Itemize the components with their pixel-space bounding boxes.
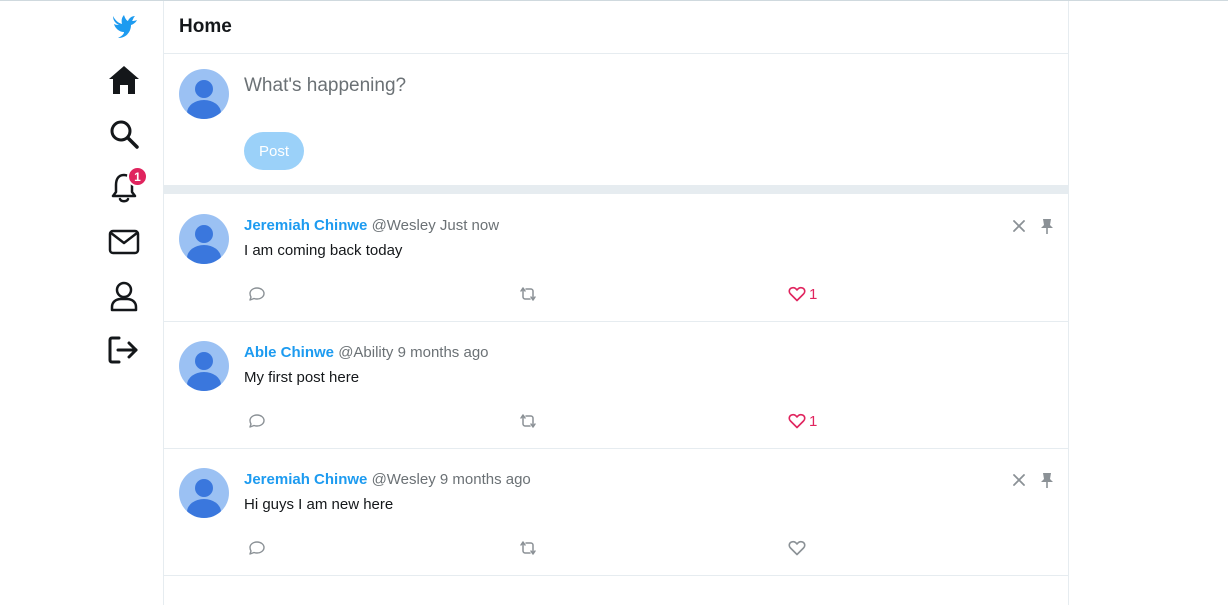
tweet-text: Hi guys I am new here xyxy=(244,496,394,513)
like-button[interactable]: 1 xyxy=(788,410,817,432)
section-divider xyxy=(164,185,1068,194)
sidebar-item-search[interactable] xyxy=(96,112,152,156)
retweet-button[interactable] xyxy=(518,410,538,432)
tweet-meta: Able Chinwe @Ability 9 months ago xyxy=(244,344,489,361)
close-icon xyxy=(1013,220,1025,232)
retweet-icon xyxy=(520,287,536,301)
heart-icon xyxy=(788,540,806,556)
home-icon xyxy=(109,66,139,94)
tweet-timestamp: 9 months ago xyxy=(397,344,489,361)
close-icon xyxy=(1013,474,1025,486)
tweet-text: I am coming back today xyxy=(244,242,403,259)
tweet-composer xyxy=(164,54,1068,185)
sidebar-item-home[interactable] xyxy=(96,58,152,102)
sidebar-item-logout[interactable] xyxy=(96,328,152,372)
author-handle: @Wesley xyxy=(371,471,436,488)
author-handle: @Ability xyxy=(338,344,394,361)
like-button[interactable] xyxy=(788,537,809,559)
author-name[interactable]: Jeremiah Chinwe xyxy=(244,471,367,488)
compose-input[interactable] xyxy=(244,72,944,100)
avatar[interactable] xyxy=(179,341,229,391)
composer-avatar xyxy=(179,69,229,119)
tweet-text: My first post here xyxy=(244,369,360,386)
user-icon xyxy=(110,281,138,312)
retweet-icon xyxy=(520,414,536,428)
sidebar-item-notifications[interactable]: 1 xyxy=(96,166,152,210)
pin-button[interactable] xyxy=(1038,217,1056,235)
sidebar-item-profile[interactable] xyxy=(96,274,152,318)
heart-icon xyxy=(788,286,806,302)
like-count: 1 xyxy=(809,412,818,430)
retweet-button[interactable] xyxy=(518,537,538,559)
tweet-meta: Jeremiah Chinwe @Wesley 9 months ago xyxy=(244,471,531,488)
tweet-feed: Jeremiah Chinwe @Wesley Just now I am co… xyxy=(164,195,1068,576)
logout-icon xyxy=(108,336,138,364)
search-icon xyxy=(110,120,139,149)
reply-button[interactable] xyxy=(248,410,266,432)
pin-button[interactable] xyxy=(1038,471,1056,489)
pin-icon xyxy=(1041,218,1053,234)
post-button[interactable]: Post xyxy=(244,132,304,170)
comment-icon xyxy=(249,541,265,555)
notification-badge: 1 xyxy=(127,166,148,187)
tweet-tools xyxy=(1010,217,1056,235)
tweet-timestamp: Just now xyxy=(439,217,500,234)
comment-icon xyxy=(249,287,265,301)
retweet-icon xyxy=(520,541,536,555)
delete-button[interactable] xyxy=(1010,217,1028,235)
sidebar-nav: 1 xyxy=(96,0,152,605)
retweet-button[interactable] xyxy=(518,283,538,305)
logo-bird-icon[interactable] xyxy=(96,4,152,48)
author-name[interactable]: Jeremiah Chinwe xyxy=(244,217,367,234)
tweet-meta: Jeremiah Chinwe @Wesley Just now xyxy=(244,217,499,234)
reply-button[interactable] xyxy=(248,537,266,559)
comment-icon xyxy=(249,414,265,428)
tweet-tools xyxy=(1010,471,1056,489)
mail-icon xyxy=(108,229,140,255)
like-button[interactable]: 1 xyxy=(788,283,817,305)
tweet-item[interactable]: Able Chinwe @Ability 9 months ago My fir… xyxy=(164,322,1068,449)
like-count: 1 xyxy=(809,285,818,303)
author-handle: @Wesley xyxy=(371,217,436,234)
page-header: Home xyxy=(164,1,1068,54)
pin-icon xyxy=(1041,472,1053,488)
avatar[interactable] xyxy=(179,468,229,518)
tweet-item[interactable]: Jeremiah Chinwe @Wesley 9 months ago Hi … xyxy=(164,449,1068,576)
reply-button[interactable] xyxy=(248,283,266,305)
tweet-item[interactable]: Jeremiah Chinwe @Wesley Just now I am co… xyxy=(164,195,1068,322)
delete-button[interactable] xyxy=(1010,471,1028,489)
tweet-timestamp: 9 months ago xyxy=(439,471,531,488)
main-column: Home Post Jeremiah Chinwe @Wesley Just n… xyxy=(163,1,1069,605)
heart-icon xyxy=(788,413,806,429)
page-title: Home xyxy=(179,16,232,37)
avatar[interactable] xyxy=(179,214,229,264)
sidebar-item-messages[interactable] xyxy=(96,220,152,264)
author-name[interactable]: Able Chinwe xyxy=(244,344,334,361)
